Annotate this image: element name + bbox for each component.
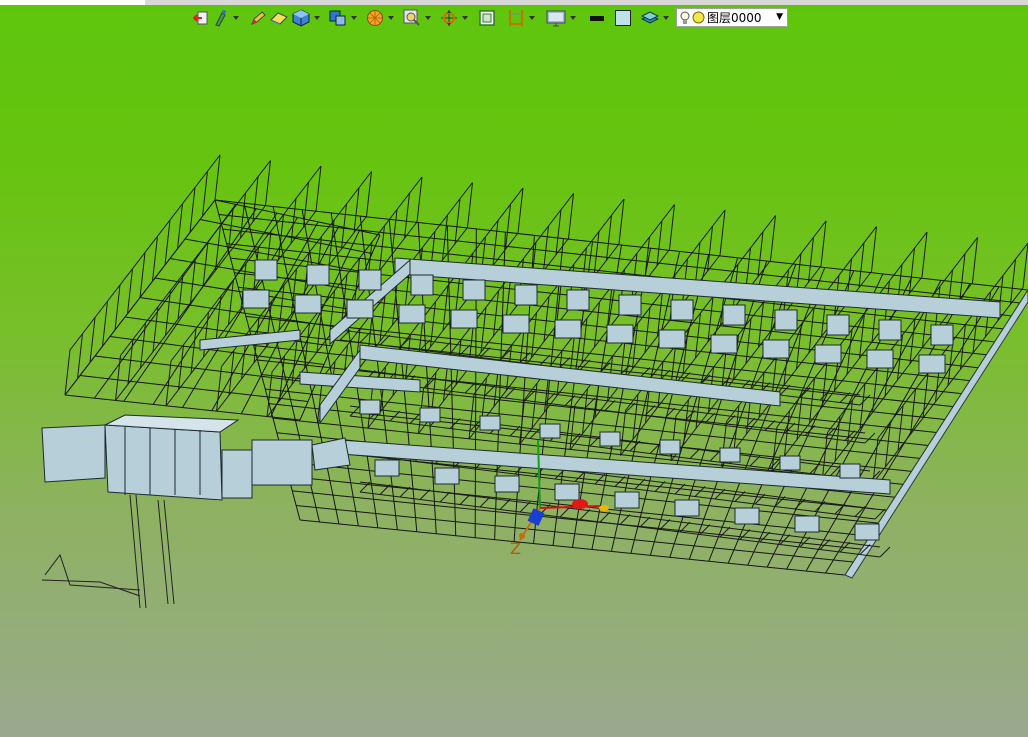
axis-z-label: Z [510,539,521,558]
floor-grid [64,199,1028,579]
x-handle-icon[interactable] [572,499,588,509]
3d-viewport[interactable]: Z [0,0,1028,737]
hvac-equipment [41,414,351,609]
